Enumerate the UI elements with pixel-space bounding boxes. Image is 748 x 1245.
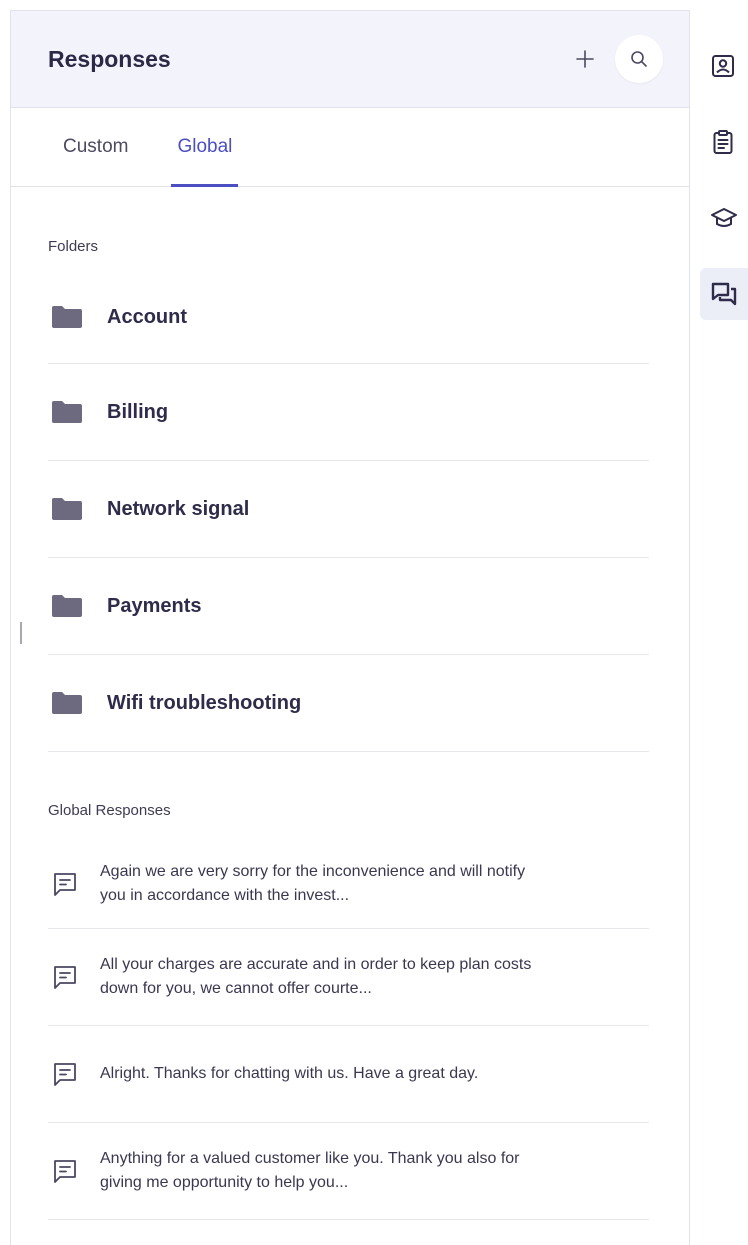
rail-contact-button[interactable] [700,40,748,92]
folders-heading: Folders [48,238,99,255]
right-rail [700,40,748,344]
folder-item-account[interactable]: Account [48,271,649,364]
responses-panel: Responses Custom Global Folders Account … [10,10,690,1245]
message-icon [54,966,76,989]
folder-icon [52,498,82,520]
response-list: Again we are very sorry for the inconven… [48,839,649,1220]
response-text: Alright. Thanks for chatting with us. Ha… [100,1065,479,1082]
response-item[interactable]: Alright. Thanks for chatting with us. Ha… [48,1026,649,1123]
page-title: Responses [48,45,171,72]
global-responses-heading: Global Responses [48,802,171,819]
scroll-indicator[interactable] [20,622,22,644]
response-text: All your charges are accurate and in ord… [100,956,532,997]
response-item[interactable]: Again we are very sorry for the inconven… [48,839,649,929]
response-text: Anything for a valued customer like you.… [100,1150,520,1191]
message-icon [54,1160,76,1183]
tab-custom[interactable]: Custom [57,107,134,186]
folder-name: Wifi troubleshooting [107,691,302,714]
add-response-button[interactable] [567,41,603,77]
folder-item-wifi-troubleshooting[interactable]: Wifi troubleshooting [48,655,649,752]
graduation-cap-icon [711,208,737,227]
rail-responses-button[interactable] [700,268,748,320]
message-icon [54,872,76,896]
search-button[interactable] [615,35,663,83]
rail-notes-button[interactable] [700,116,748,168]
folder-list: Account Billing Network signal Payments [48,271,649,752]
folder-item-billing[interactable]: Billing [48,364,649,461]
rail-knowledge-button[interactable] [700,192,748,244]
response-text: Again we are very sorry for the inconven… [100,862,526,904]
contact-card-icon [712,55,734,77]
folder-icon [52,692,82,714]
plus-icon [576,50,594,68]
tab-bar: Custom Global [11,108,689,187]
folder-item-network-signal[interactable]: Network signal [48,461,649,558]
app-root: Responses Custom Global Folders Account … [0,0,748,1245]
folder-icon [52,401,82,423]
folder-name: Account [107,305,187,328]
panel-header: Responses [11,11,689,108]
folder-name: Billing [107,400,169,423]
tab-global[interactable]: Global [171,107,239,187]
chat-bubbles-icon [711,282,737,306]
folder-icon [52,306,82,328]
message-icon [54,1063,76,1086]
clipboard-icon [713,130,733,154]
folder-name: Network signal [107,497,250,520]
search-icon [631,51,647,67]
folder-name: Payments [107,594,202,617]
folder-item-payments[interactable]: Payments [48,558,649,655]
response-item[interactable]: Anything for a valued customer like you.… [48,1123,649,1220]
response-item[interactable]: All your charges are accurate and in ord… [48,929,649,1026]
folder-icon [52,595,82,617]
